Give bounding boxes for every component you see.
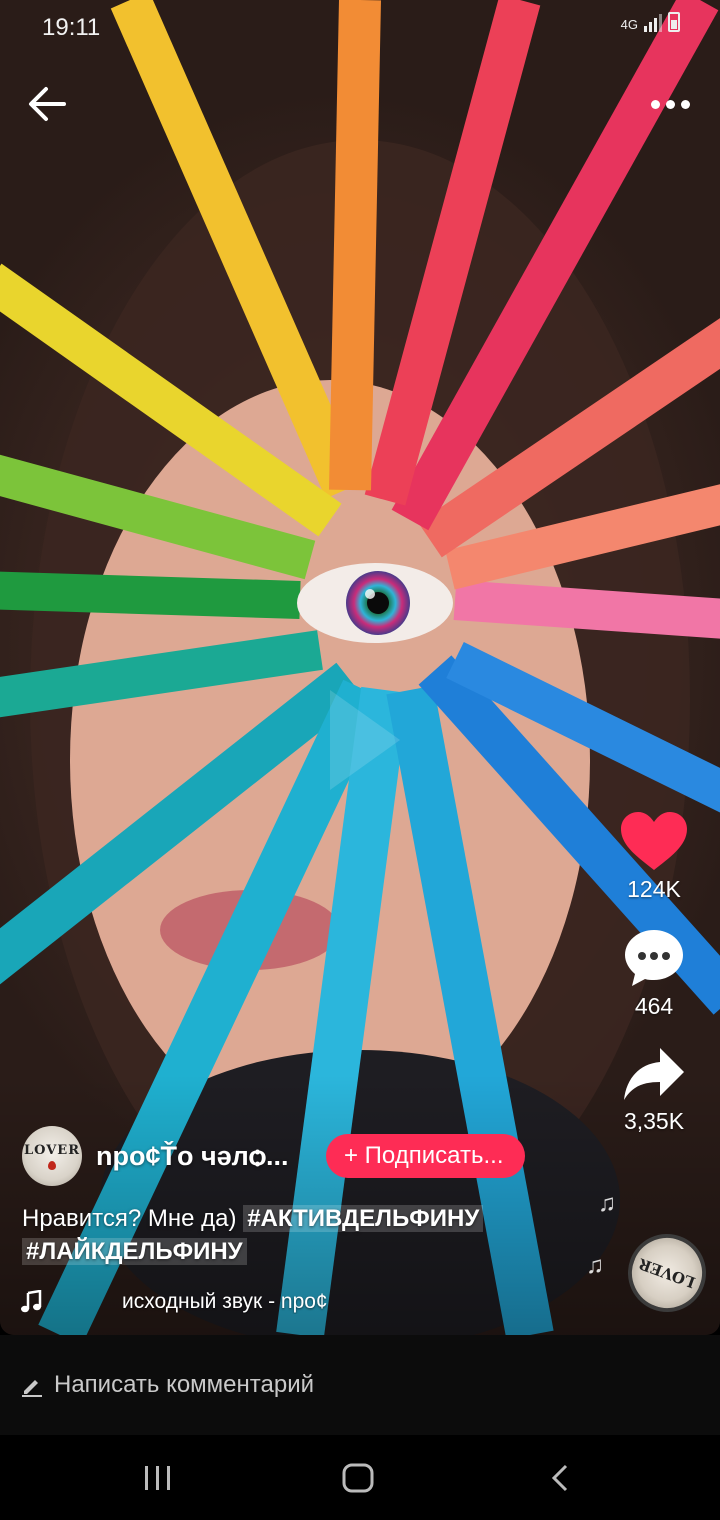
- more-dots-icon: [650, 99, 690, 109]
- like-count: 124K: [627, 876, 681, 902]
- floating-note-icon: ♫: [598, 1190, 616, 1217]
- music-note-icon: [21, 1290, 42, 1313]
- recent-apps-icon: [145, 1466, 170, 1490]
- caption: Нравится? Мне да) #АКТИВДЕЛЬФИНУ #ЛАЙКДЕ…: [22, 1202, 562, 1268]
- system-back-button[interactable]: [530, 1456, 590, 1500]
- avatar[interactable]: LOVER: [22, 1126, 82, 1186]
- music-title: исходный звук - npo¢: [122, 1290, 328, 1313]
- battery-icon: [668, 12, 680, 32]
- status-bar: 19:11 4G: [0, 0, 720, 54]
- chevron-left-icon: [551, 1464, 568, 1492]
- more-options-button[interactable]: [644, 86, 696, 122]
- caption-text: Нравится? Мне да): [22, 1205, 244, 1232]
- avatar-drop-icon: [48, 1160, 56, 1170]
- home-button[interactable]: [328, 1456, 388, 1500]
- status-icons: 4G: [621, 12, 680, 32]
- home-icon: [342, 1463, 374, 1493]
- hashtag-link[interactable]: #ЛАЙКДЕЛЬФИНУ: [22, 1238, 247, 1265]
- side-actions: 124K 464 3,35K: [602, 810, 706, 1159]
- like-action[interactable]: 124K: [602, 810, 706, 903]
- share-action[interactable]: 3,35K: [602, 1044, 706, 1135]
- comment-bar[interactable]: Написать комментарий: [0, 1335, 720, 1435]
- share-count: 3,35K: [623, 1108, 685, 1134]
- music-row[interactable]: исходный звук - npo¢: [20, 1285, 450, 1319]
- heart-icon: [621, 812, 687, 870]
- comment-input[interactable]: Написать комментарий: [54, 1371, 314, 1399]
- author-name[interactable]: npo¢Ťo чәлѻ...: [96, 1141, 316, 1172]
- comment-action[interactable]: 464: [602, 927, 706, 1020]
- comment-icon: [625, 930, 683, 986]
- pencil-icon: [22, 1380, 42, 1397]
- comment-count: 464: [634, 993, 674, 1019]
- back-button[interactable]: [24, 82, 72, 126]
- avatar-text: LOVER: [23, 1142, 81, 1158]
- follow-button[interactable]: + Подписать...: [326, 1134, 526, 1178]
- signal-icon: [644, 14, 662, 32]
- share-arrow-icon: [624, 1048, 684, 1100]
- author-row: LOVER npo¢Ťo чәлѻ... + Подписать...: [22, 1125, 526, 1187]
- network-type: 4G: [620, 17, 638, 32]
- recent-apps-button[interactable]: [128, 1456, 188, 1500]
- hashtag-link[interactable]: #АКТИВДЕЛЬФИНУ: [243, 1205, 484, 1232]
- arrow-left-icon: [29, 87, 66, 121]
- system-nav-bar: [0, 1436, 720, 1520]
- sound-disc-text: LOVER: [636, 1254, 698, 1292]
- floating-note-icon: ♫: [586, 1252, 604, 1279]
- status-time: 19:11: [42, 14, 101, 41]
